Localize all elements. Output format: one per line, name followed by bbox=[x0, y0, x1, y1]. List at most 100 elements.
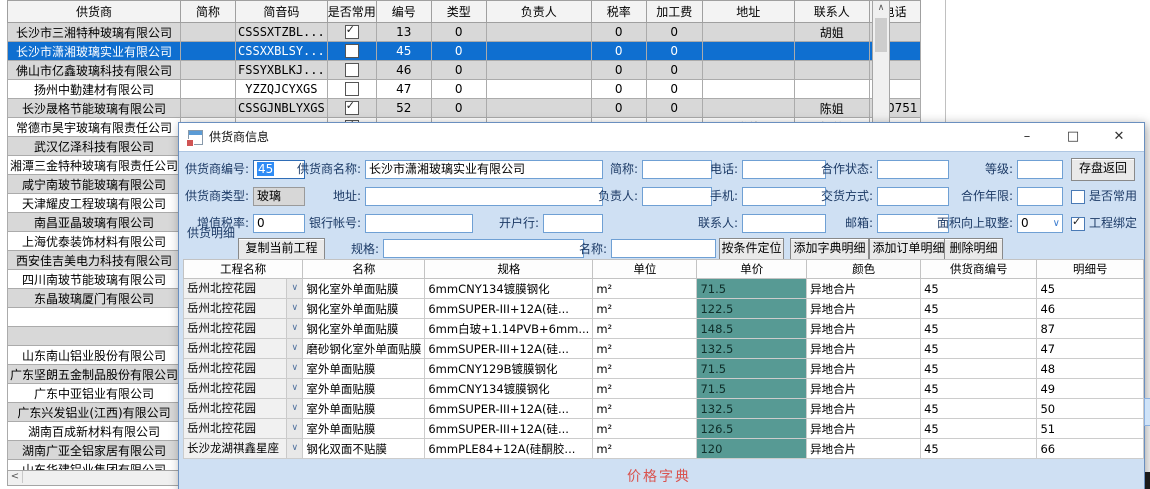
grade-field[interactable] bbox=[1017, 160, 1063, 179]
color-cell[interactable]: 异地合片 bbox=[807, 319, 921, 339]
supplier-no-cell[interactable]: 45 bbox=[921, 299, 1037, 319]
delete-detail-button[interactable]: 删除明细 bbox=[944, 238, 1003, 261]
name-cell[interactable]: 室外单面贴膜 bbox=[303, 399, 425, 419]
supplier-no-cell[interactable]: 45 bbox=[921, 339, 1037, 359]
project-combo[interactable]: 岳州北控花园∨ bbox=[184, 359, 302, 378]
supplier-no-cell[interactable]: 45 bbox=[921, 419, 1037, 439]
price-cell[interactable]: 71.5 bbox=[697, 279, 807, 299]
supplier-row[interactable]: 佛山市亿鑫玻璃科技有限公司FSSYXBLKJ...46000 bbox=[8, 61, 921, 80]
chevron-down-icon[interactable]: ∨ bbox=[286, 399, 302, 418]
supplier-row[interactable]: 扬州中勤建材有限公司YZZQJCYXGS47000 bbox=[8, 80, 921, 99]
unit-cell[interactable]: m² bbox=[593, 299, 697, 319]
project-combo-cell[interactable]: 岳州北控花园∨ bbox=[184, 299, 303, 319]
detail-no-cell[interactable]: 48 bbox=[1037, 359, 1144, 379]
unit-cell[interactable]: m² bbox=[593, 399, 697, 419]
project-combo-cell[interactable]: 岳州北控花园∨ bbox=[184, 379, 303, 399]
supplier-row[interactable]: 长沙晟格节能玻璃有限公司CSSGJNBLYXGS✓52000陈姐180751 bbox=[8, 99, 921, 118]
supplier-no-cell[interactable]: 45 bbox=[921, 379, 1037, 399]
price-cell[interactable]: 71.5 bbox=[697, 359, 807, 379]
name-cell[interactable]: 钢化双面不贴膜 bbox=[303, 439, 425, 459]
project-combo-cell[interactable]: 岳州北控花园∨ bbox=[184, 319, 303, 339]
name-cell[interactable]: 室外单面贴膜 bbox=[303, 359, 425, 379]
project-combo-cell[interactable]: 长沙龙湖祺鑫星座∨ bbox=[184, 439, 303, 459]
save-return-button[interactable]: 存盘返回 bbox=[1071, 158, 1135, 181]
close-button[interactable]: ✕ bbox=[1101, 123, 1137, 151]
project-combo-cell[interactable]: 岳州北控花园∨ bbox=[184, 279, 303, 299]
chevron-down-icon[interactable]: ∨ bbox=[286, 419, 302, 438]
name-filter-input[interactable] bbox=[611, 239, 716, 258]
unit-cell[interactable]: m² bbox=[593, 319, 697, 339]
name-cell[interactable]: 钢化室外单面贴膜 bbox=[303, 299, 425, 319]
supplier-row[interactable]: 长沙市三湘特种玻璃有限公司CSSSXTZBL...✓13000胡姐 bbox=[8, 23, 921, 42]
checkbox-icon[interactable] bbox=[345, 82, 359, 96]
detail-no-cell[interactable]: 51 bbox=[1037, 419, 1144, 439]
locate-button[interactable]: 按条件定位 bbox=[719, 238, 784, 261]
price-cell[interactable]: 122.5 bbox=[697, 299, 807, 319]
chevron-down-icon[interactable]: ∨ bbox=[286, 299, 302, 318]
chevron-down-icon[interactable]: ∨ bbox=[286, 339, 302, 358]
checkbox-icon[interactable] bbox=[345, 63, 359, 77]
color-cell[interactable]: 异地合片 bbox=[807, 279, 921, 299]
bank-no-field[interactable] bbox=[365, 214, 473, 233]
bank-field[interactable] bbox=[543, 214, 603, 233]
unit-cell[interactable]: m² bbox=[593, 439, 697, 459]
checkbox-icon[interactable] bbox=[345, 44, 359, 58]
chevron-down-icon[interactable]: ∨ bbox=[286, 319, 302, 338]
color-cell[interactable]: 异地合片 bbox=[807, 379, 921, 399]
chevron-down-icon[interactable]: ∨ bbox=[286, 279, 302, 298]
dialog-titlebar[interactable]: 供货商信息 – □ ✕ bbox=[179, 123, 1144, 151]
chevron-down-icon[interactable]: ∨ bbox=[286, 379, 302, 398]
name-cell[interactable]: 钢化室外单面贴膜 bbox=[303, 319, 425, 339]
color-cell[interactable]: 异地合片 bbox=[807, 439, 921, 459]
name-cell[interactable]: 室外单面贴膜 bbox=[303, 419, 425, 439]
spec-cell[interactable]: 6mmCNY134镀膜钢化 bbox=[425, 279, 593, 299]
name-cell[interactable]: 室外单面贴膜 bbox=[303, 379, 425, 399]
detail-no-cell[interactable]: 50 bbox=[1037, 399, 1144, 419]
supplier-no-cell[interactable]: 45 bbox=[921, 279, 1037, 299]
project-combo-cell[interactable]: 岳州北控花园∨ bbox=[184, 419, 303, 439]
spec-cell[interactable]: 6mmSUPER-III+12A(硅... bbox=[425, 299, 593, 319]
spec-cell[interactable]: 6mm白玻+1.14PVB+6mm... bbox=[425, 319, 593, 339]
project-combo[interactable]: 岳州北控花园∨ bbox=[184, 379, 302, 398]
price-cell[interactable]: 126.5 bbox=[697, 419, 807, 439]
scrollbar-thumb[interactable] bbox=[875, 18, 887, 52]
project-combo-cell[interactable]: 岳州北控花园∨ bbox=[184, 359, 303, 379]
unit-cell[interactable]: m² bbox=[593, 419, 697, 439]
project-combo[interactable]: 岳州北控花园∨ bbox=[184, 419, 302, 438]
add-dict-detail-button[interactable]: 添加字典明细 bbox=[790, 238, 869, 261]
grid-vertical-scrollbar[interactable]: ∧ bbox=[872, 0, 890, 132]
price-cell[interactable]: 132.5 bbox=[697, 399, 807, 419]
detail-no-cell[interactable]: 47 bbox=[1037, 339, 1144, 359]
common-use-checkbox[interactable]: 是否常用 bbox=[1071, 187, 1137, 205]
detail-no-cell[interactable]: 87 bbox=[1037, 319, 1144, 339]
minimize-button[interactable]: – bbox=[1009, 123, 1045, 151]
coop-years-field[interactable] bbox=[1017, 187, 1063, 206]
project-combo[interactable]: 岳州北控花园∨ bbox=[184, 299, 302, 318]
price-cell[interactable]: 71.5 bbox=[697, 379, 807, 399]
color-cell[interactable]: 异地合片 bbox=[807, 339, 921, 359]
color-cell[interactable]: 异地合片 bbox=[807, 299, 921, 319]
color-cell[interactable]: 异地合片 bbox=[807, 359, 921, 379]
detail-no-cell[interactable]: 45 bbox=[1037, 279, 1144, 299]
name-cell[interactable]: 磨砂钢化室外单面贴膜 bbox=[303, 339, 425, 359]
unit-cell[interactable]: m² bbox=[593, 279, 697, 299]
spec-filter-input[interactable] bbox=[383, 239, 584, 258]
detail-no-cell[interactable]: 46 bbox=[1037, 299, 1144, 319]
add-order-detail-button[interactable]: 添加订单明细 bbox=[869, 238, 948, 261]
spec-cell[interactable]: 6mmCNY129B镀膜钢化 bbox=[425, 359, 593, 379]
spec-cell[interactable]: 6mmPLE84+12A(硅酮胶... bbox=[425, 439, 593, 459]
checkbox-icon[interactable]: ✓ bbox=[345, 101, 359, 115]
supplier-no-cell[interactable]: 45 bbox=[921, 399, 1037, 419]
project-combo[interactable]: 岳州北控花园∨ bbox=[184, 399, 302, 418]
price-cell[interactable]: 148.5 bbox=[697, 319, 807, 339]
chevron-down-icon[interactable]: ∨ bbox=[286, 439, 302, 458]
name-cell[interactable]: 钢化室外单面贴膜 bbox=[303, 279, 425, 299]
detail-no-cell[interactable]: 66 bbox=[1037, 439, 1144, 459]
project-combo-cell[interactable]: 岳州北控花园∨ bbox=[184, 399, 303, 419]
spec-cell[interactable]: 6mmSUPER-III+12A(硅... bbox=[425, 419, 593, 439]
supplier-no-cell[interactable]: 45 bbox=[921, 359, 1037, 379]
scroll-up-icon[interactable]: ∧ bbox=[873, 1, 889, 16]
grid-horizontal-scrollbar[interactable]: < bbox=[7, 470, 180, 486]
chevron-down-icon[interactable]: ∨ bbox=[286, 359, 302, 378]
supplier-no-cell[interactable]: 45 bbox=[921, 319, 1037, 339]
